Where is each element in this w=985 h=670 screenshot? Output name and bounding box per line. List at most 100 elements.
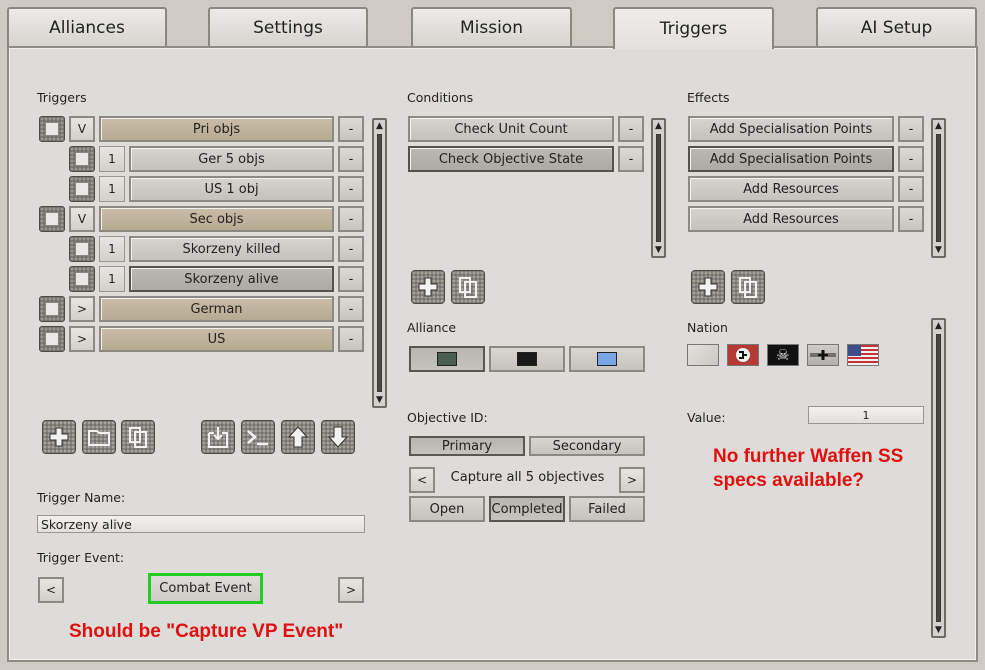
tab-settings[interactable]: Settings (208, 7, 368, 46)
folder-icon (88, 430, 110, 446)
effect-item[interactable]: Add Resources (688, 206, 894, 232)
scroll-thumb[interactable] (656, 134, 661, 242)
trigger-enable-checkbox[interactable] (39, 296, 65, 322)
condition-item[interactable]: Check Unit Count (408, 116, 614, 142)
objective-secondary-button[interactable]: Secondary (529, 436, 645, 456)
plus-icon (698, 277, 718, 297)
blank-flag-icon[interactable] (687, 344, 719, 366)
objective-failed-button[interactable]: Failed (569, 496, 645, 522)
copy-effect-button[interactable] (731, 270, 765, 304)
remove-trigger-button[interactable]: - (338, 146, 364, 172)
remove-effect-button[interactable]: - (898, 206, 924, 232)
trigger-row[interactable]: Skorzeny alive (129, 266, 334, 292)
conditions-scrollbar[interactable]: ▲ ▼ (651, 118, 666, 258)
us-flag-icon[interactable] (847, 344, 879, 366)
objective-primary-button[interactable]: Primary (409, 436, 525, 456)
trigger-enable-checkbox[interactable] (39, 116, 65, 142)
move-down-button[interactable] (321, 420, 355, 454)
tab-ai-setup[interactable]: AI Setup (816, 7, 977, 46)
remove-effect-button[interactable]: - (898, 176, 924, 202)
tab-triggers[interactable]: Triggers (613, 7, 774, 49)
trigger-toggle-button[interactable]: 1 (99, 146, 125, 172)
add-effect-button[interactable] (691, 270, 725, 304)
skull-flag-icon[interactable]: ☠ (767, 344, 799, 366)
objective-prev-button[interactable]: < (409, 467, 435, 493)
add-trigger-button[interactable] (42, 420, 76, 454)
move-up-button[interactable] (281, 420, 315, 454)
event-prev-button[interactable]: < (38, 577, 64, 603)
trigger-name-input[interactable]: Skorzeny alive (37, 515, 365, 533)
trigger-event-select[interactable]: Combat Event (148, 573, 263, 604)
trigger-enable-checkbox[interactable] (69, 176, 95, 202)
remove-trigger-button[interactable]: - (338, 176, 364, 202)
condition-item[interactable]: Check Objective State (408, 146, 614, 172)
scroll-up-icon[interactable]: ▲ (653, 120, 664, 132)
scroll-thumb[interactable] (377, 134, 382, 392)
alliance-option-1[interactable] (409, 346, 485, 372)
tab-alliances[interactable]: Alliances (7, 7, 167, 46)
remove-condition-button[interactable]: - (618, 146, 644, 172)
console-button[interactable] (241, 420, 275, 454)
trigger-folder-row[interactable]: Pri objs (99, 116, 334, 142)
add-condition-button[interactable] (411, 270, 445, 304)
scroll-thumb[interactable] (936, 134, 941, 242)
remove-trigger-button[interactable]: - (338, 326, 364, 352)
effects-scrollbar[interactable]: ▲ ▼ (931, 118, 946, 258)
trigger-row[interactable]: US 1 obj (129, 176, 334, 202)
trigger-folder-row[interactable]: Sec objs (99, 206, 334, 232)
triggers-scrollbar[interactable]: ▲ ▼ (372, 118, 387, 408)
objective-next-button[interactable]: > (619, 467, 645, 493)
add-folder-button[interactable] (82, 420, 116, 454)
remove-trigger-button[interactable]: - (338, 296, 364, 322)
trigger-enable-checkbox[interactable] (69, 146, 95, 172)
alliance-option-3[interactable] (569, 346, 645, 372)
trigger-toggle-button[interactable]: 1 (99, 266, 125, 292)
remove-effect-button[interactable]: - (898, 146, 924, 172)
import-trigger-button[interactable] (201, 420, 235, 454)
conditions-heading: Conditions (407, 90, 474, 105)
trigger-row[interactable]: Ger 5 objs (129, 146, 334, 172)
trigger-row[interactable]: Skorzeny killed (129, 236, 334, 262)
scroll-down-icon[interactable]: ▼ (933, 244, 944, 256)
scroll-down-icon[interactable]: ▼ (933, 624, 944, 636)
event-next-button[interactable]: > (338, 577, 364, 603)
copy-icon (739, 277, 757, 298)
scroll-down-icon[interactable]: ▼ (374, 394, 385, 406)
scroll-down-icon[interactable]: ▼ (653, 244, 664, 256)
german-cross-flag-icon[interactable] (807, 344, 839, 366)
trigger-enable-checkbox[interactable] (39, 206, 65, 232)
trigger-toggle-button[interactable]: > (69, 326, 95, 352)
trigger-toggle-button[interactable]: > (69, 296, 95, 322)
trigger-folder-row[interactable]: German (99, 296, 334, 322)
remove-condition-button[interactable]: - (618, 116, 644, 142)
trigger-toggle-button[interactable]: V (69, 206, 95, 232)
copy-trigger-button[interactable] (121, 420, 155, 454)
scroll-up-icon[interactable]: ▲ (374, 120, 385, 132)
trigger-toggle-button[interactable]: 1 (99, 176, 125, 202)
trigger-enable-checkbox[interactable] (39, 326, 65, 352)
remove-trigger-button[interactable]: - (338, 206, 364, 232)
trigger-toggle-button[interactable]: V (69, 116, 95, 142)
effect-item[interactable]: Add Specialisation Points (688, 146, 894, 172)
alliance-option-2[interactable] (489, 346, 565, 372)
objective-completed-button[interactable]: Completed (489, 496, 565, 522)
value-input[interactable]: 1 (808, 406, 924, 424)
objective-open-button[interactable]: Open (409, 496, 485, 522)
scroll-up-icon[interactable]: ▲ (933, 120, 944, 132)
trigger-enable-checkbox[interactable] (69, 236, 95, 262)
copy-condition-button[interactable] (451, 270, 485, 304)
scroll-up-icon[interactable]: ▲ (933, 320, 944, 332)
trigger-enable-checkbox[interactable] (69, 266, 95, 292)
trigger-toggle-button[interactable]: 1 (99, 236, 125, 262)
effect-item[interactable]: Add Resources (688, 176, 894, 202)
remove-effect-button[interactable]: - (898, 116, 924, 142)
parameters-scrollbar[interactable]: ▲ ▼ (931, 318, 946, 638)
remove-trigger-button[interactable]: - (338, 266, 364, 292)
tab-mission[interactable]: Mission (411, 7, 572, 46)
german-ww2-flag-icon[interactable] (727, 344, 759, 366)
effect-item[interactable]: Add Specialisation Points (688, 116, 894, 142)
scroll-thumb[interactable] (936, 334, 941, 622)
remove-trigger-button[interactable]: - (338, 116, 364, 142)
remove-trigger-button[interactable]: - (338, 236, 364, 262)
trigger-folder-row[interactable]: US (99, 326, 334, 352)
